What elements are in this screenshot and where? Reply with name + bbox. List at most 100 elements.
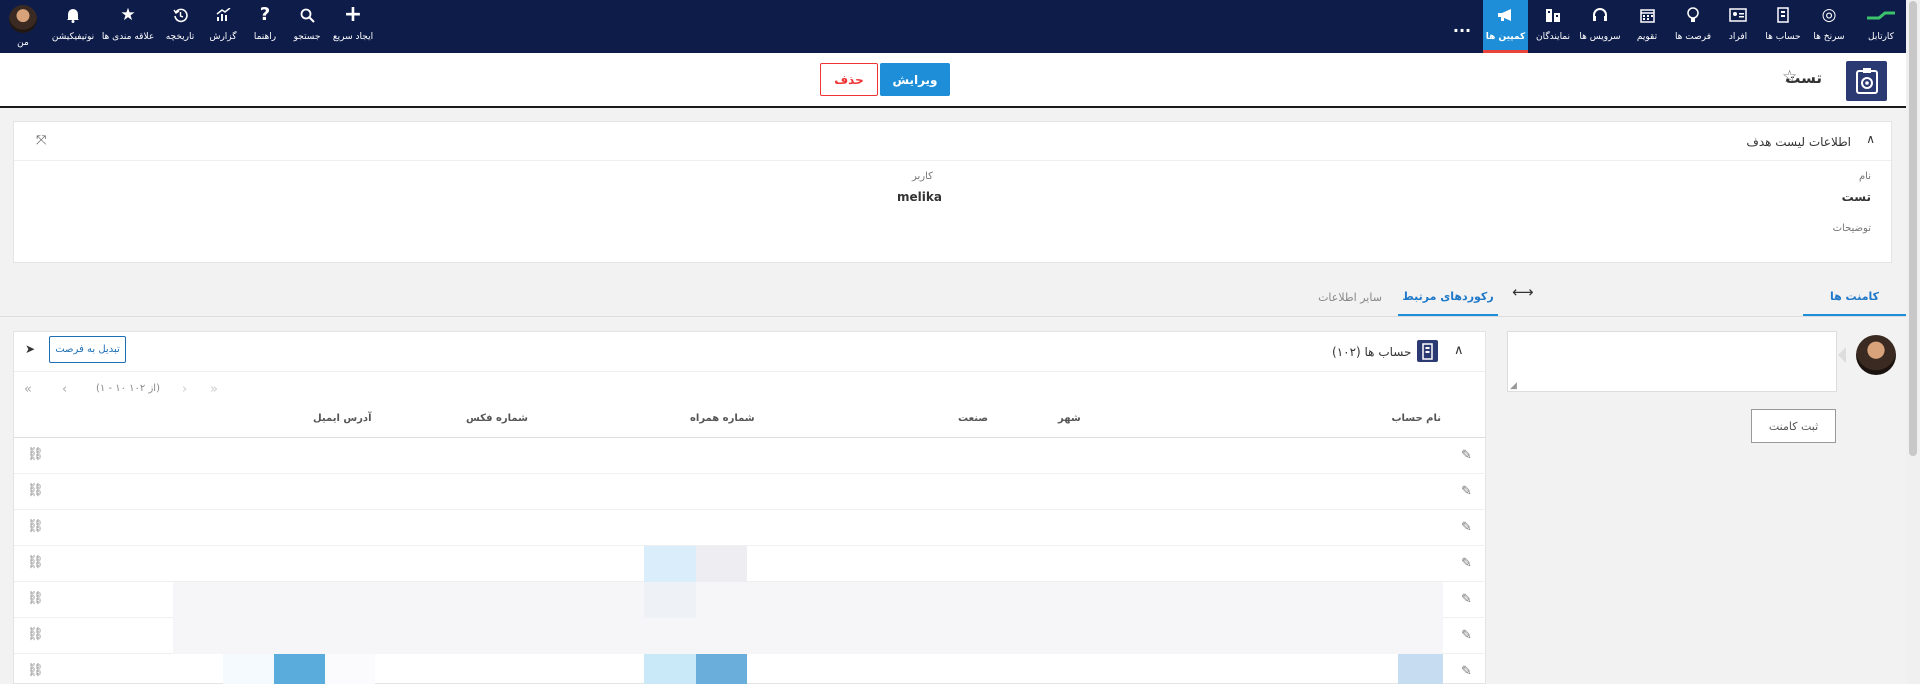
nav-item-services[interactable]: سرویس ها	[1578, 0, 1622, 53]
pencil-icon[interactable]: ✎	[1461, 448, 1472, 463]
column-header-industry[interactable]: صنعت	[958, 413, 988, 424]
redacted-cell	[644, 582, 696, 618]
dash-icon	[1865, 0, 1897, 30]
tabs-divider	[0, 316, 1906, 317]
delete-button[interactable]: حذف	[820, 63, 878, 96]
table-row[interactable]: ✎ ⛓	[14, 510, 1486, 546]
table-row[interactable]: ✎ ⛓	[14, 618, 1486, 654]
report-button[interactable]: گزارش	[209, 0, 237, 53]
nav-item-leads[interactable]: ◎ سرنخ ها	[1808, 0, 1850, 53]
column-header-account-name[interactable]: نام حساب	[1391, 413, 1441, 424]
submit-comment-button[interactable]: ثبت کامنت	[1751, 409, 1836, 443]
swap-arrows-icon[interactable]: ⟷	[1512, 283, 1534, 301]
pencil-icon[interactable]: ✎	[1461, 592, 1472, 607]
search-button[interactable]: جستجو	[291, 0, 323, 53]
help-button[interactable]: ? راهنما	[252, 0, 278, 53]
help-icon: ?	[259, 4, 271, 25]
pencil-icon[interactable]: ✎	[1461, 664, 1472, 679]
profile-button[interactable]: من	[8, 0, 38, 53]
redacted-cell	[696, 654, 747, 684]
megaphone-icon	[1497, 0, 1514, 30]
avatar	[9, 5, 37, 33]
history-button[interactable]: تاریخچه	[165, 0, 195, 53]
nav-label: افراد	[1728, 32, 1748, 42]
nav-item-campaigns[interactable]: کمپین ها	[1483, 0, 1528, 53]
table-row[interactable]: ✎ ⛓	[14, 546, 1486, 582]
pencil-icon[interactable]: ✎	[1461, 484, 1472, 499]
nav-label: علاقه مندی ها	[101, 32, 155, 42]
pencil-icon[interactable]: ✎	[1461, 556, 1472, 571]
history-icon	[172, 0, 188, 30]
chevron-up-icon[interactable]: ∧	[1454, 343, 1464, 358]
nav-item-calendar[interactable]: تقویم	[1628, 0, 1666, 53]
edit-button[interactable]: ویرایش	[880, 63, 950, 96]
plus-icon: +	[343, 2, 363, 27]
nav-label: کمپین ها	[1485, 32, 1526, 42]
related-accounts-panel: ∧ حساب ها (۱۰۲) تبدیل به فرصت ➤ « ‹ (۱ -…	[13, 331, 1486, 684]
bell-icon	[66, 0, 80, 30]
bulb-icon	[1687, 0, 1699, 30]
nav-label: جستجو	[293, 32, 321, 42]
scrollbar-thumb[interactable]	[1909, 1, 1917, 456]
top-navigation-bar: کارتابل ◎ سرنخ ها حساب ها افراد فرصت ها …	[0, 0, 1920, 53]
unlink-icon[interactable]: ⛓	[27, 483, 44, 498]
column-header-email[interactable]: آدرس ایمیل	[313, 413, 372, 424]
more-button[interactable]: ...	[1450, 0, 1474, 53]
notifications-button[interactable]: نوتیفیکیشن	[50, 0, 96, 53]
nav-item-accounts[interactable]: حساب ها	[1764, 0, 1802, 53]
page-title: تست	[1785, 69, 1822, 87]
contact-card-icon	[1729, 0, 1747, 30]
nav-item-dashboard[interactable]: کارتابل	[1856, 0, 1906, 53]
prev-page-icon[interactable]: ‹	[62, 382, 67, 397]
pencil-icon[interactable]: ✎	[1461, 628, 1472, 643]
last-page-icon[interactable]: »	[210, 382, 218, 397]
column-header-fax[interactable]: شماره فکس	[466, 413, 528, 424]
unlink-icon[interactable]: ⛓	[27, 591, 44, 606]
info-panel-header[interactable]: ∧ اطلاعات لیست هدف ⤧	[14, 122, 1891, 161]
redacted-cell	[696, 546, 747, 582]
chart-icon	[216, 0, 231, 30]
table-row[interactable]: ✎ ⛓	[14, 474, 1486, 510]
nav-item-people[interactable]: افراد	[1720, 0, 1756, 53]
redacted-cell	[274, 654, 325, 684]
tab-other-info[interactable]: سایر اطلاعات	[1306, 278, 1394, 316]
related-accounts-title: حساب ها (۱۰۲)	[1332, 345, 1412, 359]
nav-label: سرنخ ها	[1813, 32, 1845, 42]
column-header-mobile[interactable]: شماره همراه	[690, 413, 755, 424]
cursor-icon: ➤	[25, 342, 36, 356]
nav-label: فرصت ها	[1674, 32, 1712, 42]
row-cells	[173, 654, 1443, 684]
table-row[interactable]: ✎ ⛓	[14, 582, 1486, 618]
resize-handle-icon[interactable]: ◢	[1510, 381, 1517, 391]
row-cells	[173, 582, 1443, 618]
nav-item-agents[interactable]: نمایندگان	[1532, 0, 1574, 53]
comment-textarea[interactable]: ◢	[1507, 331, 1837, 392]
description-label: توضیحات	[1832, 223, 1871, 234]
unlink-icon[interactable]: ⛓	[27, 627, 44, 642]
unlink-icon[interactable]: ⛓	[27, 555, 44, 570]
target-icon: ◎	[1821, 4, 1837, 25]
fullscreen-icon[interactable]: ⤧	[36, 133, 46, 148]
redacted-cell	[644, 546, 696, 582]
nav-label: نمایندگان	[1535, 32, 1571, 42]
tab-comments[interactable]: کامنت ها	[1803, 278, 1906, 316]
quick-create-button[interactable]: + ایجاد سریع	[330, 0, 376, 53]
unlink-icon[interactable]: ⛓	[27, 663, 44, 678]
nav-item-opportunities[interactable]: فرصت ها	[1673, 0, 1713, 53]
chevron-up-icon[interactable]: ∧	[1866, 132, 1875, 146]
first-page-icon[interactable]: «	[24, 382, 32, 397]
tab-related-records[interactable]: رکوردهای مرتبط	[1398, 278, 1498, 316]
convert-to-opportunity-button[interactable]: تبدیل به فرصت	[49, 336, 126, 363]
table-row[interactable]: ✎ ⛓	[14, 438, 1486, 474]
column-header-city[interactable]: شهر	[1058, 413, 1081, 424]
unlink-icon[interactable]: ⛓	[27, 519, 44, 534]
page-scrollbar[interactable]	[1906, 0, 1920, 684]
headset-icon	[1592, 0, 1608, 30]
nav-label: ایجاد سریع	[332, 32, 374, 42]
unlink-icon[interactable]: ⛓	[27, 447, 44, 462]
favorites-button[interactable]: ★ علاقه مندی ها	[102, 0, 154, 53]
pencil-icon[interactable]: ✎	[1461, 520, 1472, 535]
nav-label: سرویس ها	[1579, 32, 1621, 42]
table-row[interactable]: ✎ ⛓	[14, 654, 1486, 684]
next-page-icon[interactable]: ›	[182, 382, 187, 397]
